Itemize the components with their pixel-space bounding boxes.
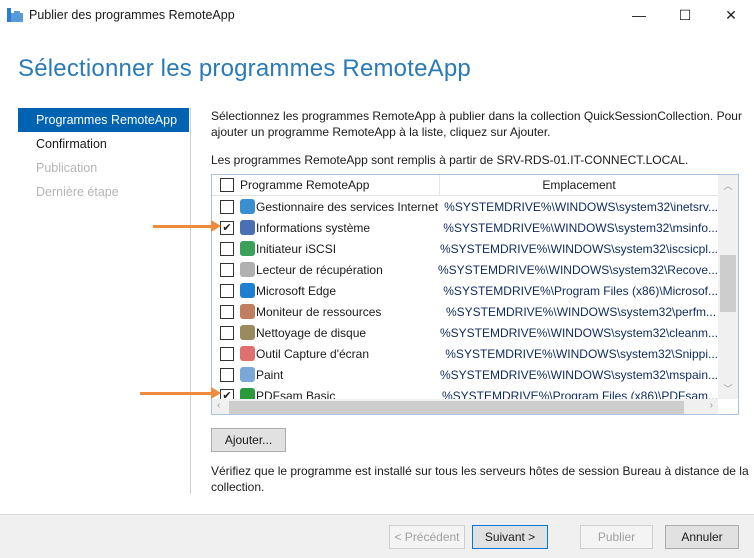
row-checkbox[interactable]: [220, 262, 234, 277]
resource-monitor-icon: [240, 304, 255, 319]
table-row[interactable]: Outil Capture d'écran %SYSTEMDRIVE%\WINDO…: [212, 343, 718, 364]
horizontal-scroll-thumb[interactable]: [229, 401, 684, 414]
row-checkbox[interactable]: [220, 283, 234, 298]
publish-button: Publier: [580, 525, 653, 549]
select-all-checkbox[interactable]: [220, 178, 234, 192]
step-confirmation[interactable]: Confirmation: [18, 132, 189, 156]
scroll-down-icon[interactable]: ﹀: [718, 382, 738, 395]
program-location: %SYSTEMDRIVE%\WINDOWS\system32\Recove...: [437, 262, 718, 277]
remoteapp-icon: [7, 8, 23, 22]
table-row[interactable]: Paint %SYSTEMDRIVE%\WINDOWS\system32\mspa…: [212, 364, 718, 385]
programs-list: Programme RemoteApp Emplacement Gestionn…: [211, 174, 739, 415]
system-info-icon: [240, 220, 255, 235]
window-title: Publier des programmes RemoteApp: [29, 8, 235, 22]
program-location: %SYSTEMDRIVE%\WINDOWS\system32\Snippi...: [445, 346, 718, 361]
program-name: Informations système: [256, 220, 371, 235]
program-location: %SYSTEMDRIVE%\WINDOWS\system32\inetsrv..…: [444, 199, 718, 214]
iis-icon: [240, 199, 255, 214]
snipping-tool-icon: [240, 346, 255, 361]
paint-icon: [240, 367, 255, 382]
row-checkbox[interactable]: ✔: [220, 220, 234, 235]
horizontal-scrollbar[interactable]: ‹ ›: [212, 399, 718, 414]
intro-line-2: ajouter un programme RemoteApp à la list…: [211, 125, 551, 139]
program-name: Moniteur de ressources: [256, 304, 382, 319]
source-server-text: Les programmes RemoteApp sont remplis à …: [211, 153, 689, 167]
cancel-button[interactable]: Annuler: [665, 525, 739, 549]
program-location: %SYSTEMDRIVE%\WINDOWS\system32\iscsicpl.…: [439, 241, 718, 256]
row-checkbox[interactable]: [220, 367, 234, 382]
program-name: Microsoft Edge: [256, 283, 337, 298]
step-publication: Publication: [36, 161, 98, 175]
row-checkbox[interactable]: [220, 241, 234, 256]
row-checkbox[interactable]: [220, 304, 234, 319]
program-name: Initiateur iSCSI: [256, 241, 337, 256]
close-button[interactable]: ✕: [708, 0, 754, 30]
previous-button: < Précédent: [389, 525, 465, 549]
program-location: %SYSTEMDRIVE%\WINDOWS\system32\msinfo...: [443, 220, 718, 235]
column-header-program[interactable]: Programme RemoteApp: [240, 178, 369, 192]
add-button[interactable]: Ajouter...: [211, 428, 286, 452]
divider: [190, 108, 191, 494]
drive-icon: [240, 262, 255, 277]
program-location: %SYSTEMDRIVE%\WINDOWS\system32\perfm...: [446, 304, 717, 319]
vertical-scrollbar[interactable]: ︿ ﹀: [718, 175, 738, 399]
table-row[interactable]: ✔ Informations système %SYSTEMDRIVE%\WINDO…: [212, 217, 718, 238]
disk-cleanup-icon: [240, 325, 255, 340]
row-checkbox[interactable]: [220, 325, 234, 340]
program-location: %SYSTEMDRIVE%\WINDOWS\system32\mspain...: [439, 367, 718, 382]
annotation-arrow: [140, 387, 221, 399]
program-name: Lecteur de récupération: [256, 262, 383, 277]
scroll-left-icon[interactable]: ‹: [217, 400, 220, 411]
table-row[interactable]: Moniteur de ressources %SYSTEMDRIVE%\WIND…: [212, 301, 718, 322]
row-checkbox[interactable]: [220, 346, 234, 361]
page-title: Sélectionner les programmes RemoteApp: [18, 55, 471, 82]
program-location: %SYSTEMDRIVE%\WINDOWS\system32\cleanm...: [439, 325, 718, 340]
edge-icon: [240, 283, 255, 298]
step-derniere-etape: Dernière étape: [36, 185, 119, 199]
scroll-up-icon[interactable]: ︿: [718, 179, 738, 192]
wizard-steps: Programmes RemoteApp Confirmation Public…: [18, 108, 189, 204]
annotation-arrow: [153, 220, 221, 232]
table-row[interactable]: Gestionnaire des services Internet %SYSTE…: [212, 196, 718, 217]
step-programmes-remoteapp[interactable]: Programmes RemoteApp: [18, 108, 189, 132]
note-line-2: collection.: [211, 480, 265, 494]
program-name: Nettoyage de disque: [256, 325, 367, 340]
column-header-location[interactable]: Emplacement: [440, 175, 718, 195]
maximize-button[interactable]: ☐: [662, 0, 708, 30]
intro-line-1: Sélectionnez les programmes RemoteApp à …: [211, 109, 742, 123]
scroll-right-icon[interactable]: ›: [710, 400, 713, 411]
program-name: Paint: [256, 367, 284, 382]
vertical-scroll-thumb[interactable]: [720, 255, 736, 312]
table-row[interactable]: Lecteur de récupération %SYSTEMDRIVE%\WIN…: [212, 259, 718, 280]
iscsi-icon: [240, 241, 255, 256]
minimize-button[interactable]: —: [616, 0, 662, 30]
table-row[interactable]: Microsoft Edge %SYSTEMDRIVE%\Program File…: [212, 280, 718, 301]
table-header: Programme RemoteApp Emplacement: [212, 175, 718, 196]
program-name: Gestionnaire des services Internet: [256, 199, 439, 214]
next-button[interactable]: Suivant >: [472, 525, 548, 549]
row-checkbox[interactable]: [220, 199, 234, 214]
table-row[interactable]: Nettoyage de disque %SYSTEMDRIVE%\WINDOWS…: [212, 322, 718, 343]
program-name: Outil Capture d'écran: [256, 346, 370, 361]
note-line-1: Vérifiez que le programme est installé s…: [211, 464, 749, 478]
program-location: %SYSTEMDRIVE%\Program Files (x86)\Micros…: [443, 283, 718, 298]
table-row[interactable]: Initiateur iSCSI %SYSTEMDRIVE%\WINDOWS\sy…: [212, 238, 718, 259]
